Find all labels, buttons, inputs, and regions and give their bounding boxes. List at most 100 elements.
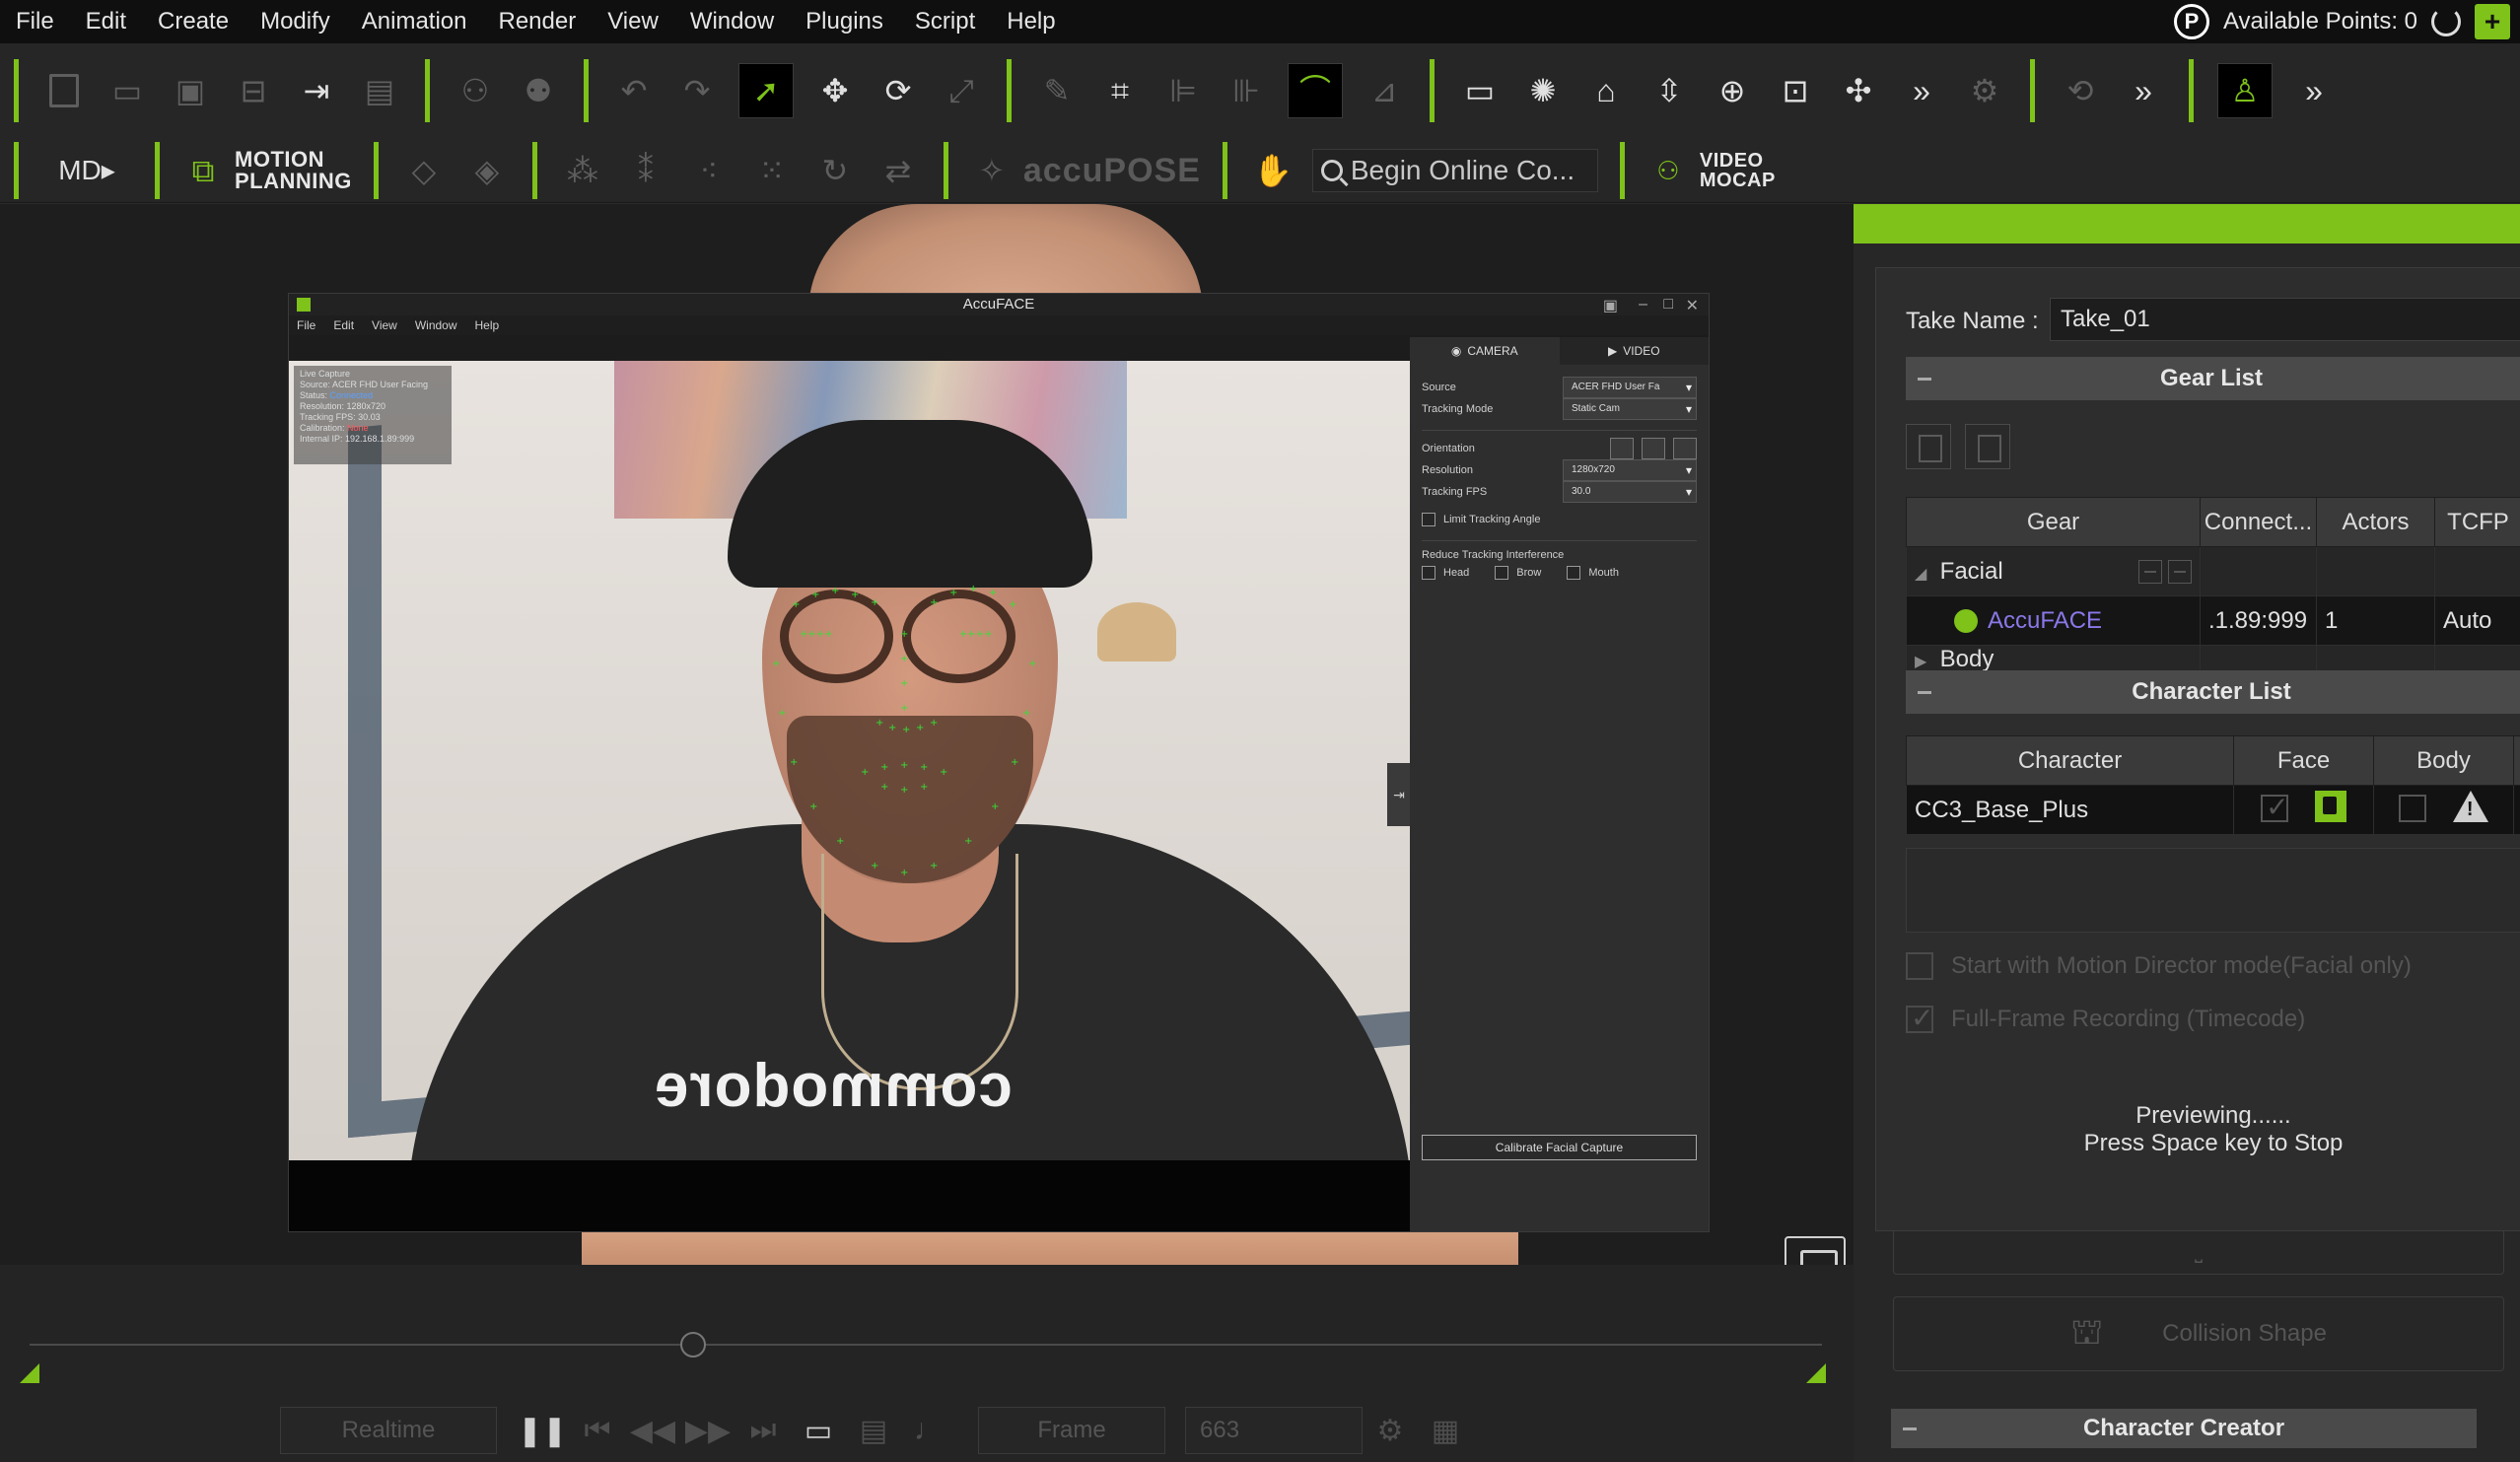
af-menu-window[interactable]: Window [415, 315, 457, 335]
gear-col-connect[interactable]: Connect... [2200, 497, 2317, 547]
export-usd-icon[interactable]: ▤ [358, 69, 401, 112]
attach-icon[interactable]: ⊿ [1363, 69, 1406, 112]
menu-file[interactable]: File [0, 0, 70, 43]
orient-rotate-icon[interactable] [1673, 438, 1697, 459]
accupose-button[interactable]: ✧ accuPOSE [970, 149, 1201, 192]
save-icon[interactable]: ▣ [169, 69, 212, 112]
accuface-titlebar[interactable]: AccuFACE ▣ – □ ✕ [289, 294, 1709, 315]
gear-col-tcfp[interactable]: TCFP [2434, 497, 2520, 547]
timeline-panel-icon[interactable]: ▦ [1418, 1414, 1473, 1448]
panel-collapse-icon[interactable]: ⇥ [1387, 763, 1411, 826]
distribute-icon[interactable]: ⊪ [1225, 69, 1268, 112]
char-col-body[interactable]: Body [2373, 735, 2514, 786]
character-row[interactable]: CC3_Base_Plus [1906, 785, 2520, 835]
limit-angle-checkbox[interactable] [1422, 513, 1435, 526]
af-menu-file[interactable]: File [297, 315, 315, 335]
menu-create[interactable]: Create [142, 0, 245, 43]
import-icon[interactable]: ⊟ [232, 69, 275, 112]
menu-help[interactable]: Help [991, 0, 1071, 43]
loop-mode-icon[interactable]: ▭ [791, 1414, 846, 1448]
home-camera-icon[interactable]: ⌂ [1584, 69, 1628, 112]
align-icon[interactable]: ⊫ [1161, 69, 1205, 112]
pan-camera-icon[interactable]: ✣ [1837, 69, 1880, 112]
af-menu-edit[interactable]: Edit [333, 315, 354, 335]
full-frame-checkbox[interactable] [1906, 1002, 1933, 1034]
source-dropdown[interactable]: ACER FHD User Fa [1563, 377, 1697, 398]
character-select-icon[interactable]: ⚇ [454, 69, 497, 112]
expand-right-icon[interactable]: ▶ [1915, 654, 1926, 670]
crowd-icon[interactable]: ⁂ [561, 149, 604, 192]
resolution-dropdown[interactable]: 1280x720 [1563, 459, 1697, 481]
select-tool-icon[interactable]: ➚ [738, 63, 794, 118]
timeline-playhead[interactable] [680, 1332, 706, 1358]
feedback-chat-icon[interactable] [1785, 1236, 1846, 1265]
menu-window[interactable]: Window [674, 0, 790, 43]
gear-group-facial[interactable]: ◢ Facial [1906, 546, 2520, 596]
more-tools-3-icon[interactable]: » [2292, 69, 2336, 112]
add-gear-icon[interactable] [1906, 424, 1951, 469]
scatter-icon[interactable]: ⁖ [687, 149, 731, 192]
character-list-header[interactable]: Character List [1906, 670, 2520, 714]
export-icon[interactable]: ⇥ [295, 69, 338, 112]
pick-parent-icon[interactable]: ⌗ [1098, 69, 1142, 112]
frame-mode-dropdown[interactable]: Frame [978, 1407, 1165, 1454]
minimize-icon[interactable]: – [1639, 296, 1647, 313]
refresh-icon[interactable] [2431, 7, 2461, 36]
char-col-character[interactable]: Character [1906, 735, 2234, 786]
hand-gesture-icon[interactable]: ✋ [1251, 149, 1295, 192]
motion-planning-button[interactable]: ⧉ MOTION PLANNING [181, 148, 352, 192]
range-end-marker[interactable] [1806, 1363, 1826, 1383]
online-search-box[interactable]: Begin Online Co... [1311, 148, 1598, 192]
menu-plugins[interactable]: Plugins [790, 0, 899, 43]
body-checkbox[interactable] [2399, 795, 2427, 822]
more-tools-icon[interactable]: » [1900, 69, 1943, 112]
menu-animation[interactable]: Animation [346, 0, 483, 43]
range-start-marker[interactable] [20, 1363, 39, 1383]
restore-icon[interactable]: ▣ [1603, 296, 1618, 315]
light-icon[interactable]: ✺ [1521, 69, 1565, 112]
more-tools-2-icon[interactable]: » [2122, 69, 2165, 112]
realtime-dropdown[interactable]: Realtime [280, 1407, 497, 1454]
menu-view[interactable]: View [592, 0, 674, 43]
subtitle-icon[interactable]: ▤ [846, 1414, 901, 1448]
prev-frame-icon[interactable]: ◀◀ [625, 1414, 680, 1448]
zoom-extent-icon[interactable]: ⊕ [1711, 69, 1754, 112]
face-checkbox[interactable] [2261, 791, 2289, 823]
add-points-button[interactable]: + [2475, 4, 2510, 39]
orient-flip-icon[interactable] [1642, 438, 1665, 459]
open-folder-icon[interactable]: ▭ [105, 69, 149, 112]
mouth-checkbox[interactable] [1567, 566, 1581, 580]
fit-vertical-icon[interactable]: ⇳ [1647, 69, 1691, 112]
close-icon[interactable]: ✕ [1686, 296, 1699, 315]
crowd-2-icon[interactable]: ⁑ [624, 149, 667, 192]
maximize-icon[interactable]: □ [1663, 296, 1673, 313]
calibrate-facial-capture-button[interactable]: Calibrate Facial Capture [1422, 1135, 1697, 1160]
motion-director-checkbox[interactable] [1906, 952, 1933, 980]
collision-shape-button[interactable]: ⛫ Collision Shape [1893, 1296, 2504, 1371]
timeline-track[interactable] [30, 1344, 1822, 1346]
path-icon[interactable]: ◈ [465, 149, 509, 192]
pause-icon[interactable]: ❚❚ [515, 1414, 570, 1448]
frame-number-input[interactable]: 663 [1185, 1407, 1363, 1454]
settings-icon[interactable]: ⚙ [1963, 69, 2006, 112]
gear-row-accuface[interactable]: AccuFACE .1.89:999 1 Auto [1906, 595, 2520, 646]
menu-modify[interactable]: Modify [245, 0, 346, 43]
gear-list-header[interactable]: Gear List [1906, 357, 2520, 400]
expand-down-icon[interactable]: ◢ [1915, 566, 1926, 583]
char-col-face[interactable]: Face [2233, 735, 2374, 786]
add-device-icon[interactable] [2138, 560, 2162, 585]
take-name-input[interactable]: Take_01 [2050, 298, 2520, 341]
camera-view-icon[interactable]: ⊡ [1774, 69, 1817, 112]
mocap-device-icon[interactable]: ♙ [2217, 63, 2273, 118]
rotate-tool-icon[interactable]: ⟳ [876, 69, 920, 112]
menu-render[interactable]: Render [483, 0, 593, 43]
gear-col-gear[interactable]: Gear [1906, 497, 2201, 547]
go-end-icon[interactable]: ⏭ [735, 1414, 791, 1447]
move-tool-icon[interactable]: ✥ [813, 69, 857, 112]
tracking-fps-dropdown[interactable]: 30.0 [1563, 481, 1697, 503]
next-frame-icon[interactable]: ▶▶ [680, 1414, 735, 1448]
tab-video[interactable]: ▶ VIDEO [1559, 337, 1709, 365]
go-start-icon[interactable]: ⏮ [570, 1414, 625, 1447]
grid-array-icon[interactable]: ⁙ [750, 149, 794, 192]
character-creator-header[interactable]: Character Creator [1891, 1409, 2477, 1448]
